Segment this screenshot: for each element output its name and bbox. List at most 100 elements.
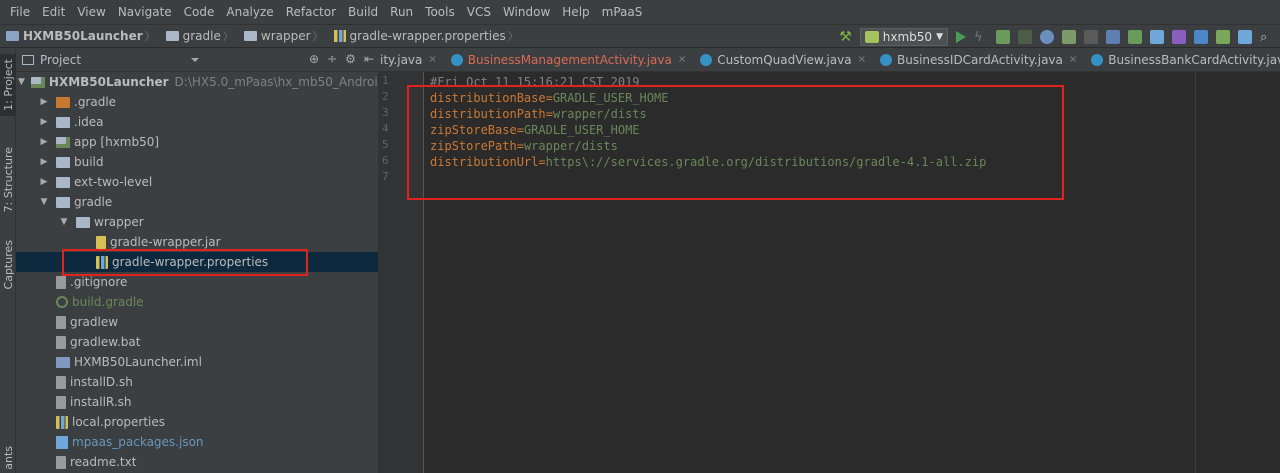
apply-changes-icon[interactable]: ϟ [974,30,988,45]
profile-icon[interactable] [1040,30,1054,44]
tree-item[interactable]: ▶ build [16,152,378,172]
menu-analyze[interactable]: Analyze [220,5,279,19]
menu-tools[interactable]: Tools [419,5,461,19]
avd-manager-icon[interactable] [1216,30,1230,44]
attach-debugger-icon[interactable] [1062,30,1076,44]
editor-tab[interactable]: BusinessManagementActivity.java × [445,48,694,71]
sdk-manager-icon[interactable] [1194,30,1208,44]
tree-item-label: gradle-wrapper.jar [110,235,221,249]
close-icon[interactable]: × [1069,54,1077,65]
file-icon [56,395,66,409]
project-view-select[interactable]: Project [40,53,81,67]
menu-build[interactable]: Build [342,5,384,19]
navigation-bar: HXMB50Launcher 〉 gradle 〉 wrapper 〉 grad… [0,24,1280,48]
close-icon[interactable]: × [428,54,436,65]
debug-icon[interactable] [996,30,1010,44]
tree-item[interactable]: HXMB50Launcher.iml [16,352,378,372]
menu-navigate[interactable]: Navigate [112,5,178,19]
editor-tab[interactable]: ity.java × [378,48,445,71]
tree-item[interactable]: local.properties [16,412,378,432]
tree-item[interactable]: installD.sh [16,372,378,392]
menu-help[interactable]: Help [556,5,595,19]
tree-item[interactable]: mpaas_packages.json [16,432,378,452]
menu-refactor[interactable]: Refactor [280,5,342,19]
tree-item[interactable]: ▼ wrapper [16,212,378,232]
folder-icon [165,31,179,41]
coverage-icon[interactable] [1018,30,1032,44]
tree-item[interactable]: installR.sh [16,392,378,412]
chevron-down-icon[interactable]: ▼ [58,217,70,227]
tree-item[interactable]: gradlew [16,312,378,332]
editor-tab-label: BusinessBankCardActivity.java [1108,52,1280,67]
close-icon[interactable]: × [858,54,866,65]
file-icon [56,315,66,329]
menu-view[interactable]: View [71,5,111,19]
project-structure-icon[interactable] [1238,30,1252,44]
breadcrumb-label: gradle-wrapper.properties [349,29,506,43]
properties-icon [96,255,108,269]
hide-icon[interactable]: ⇤ [364,52,374,66]
code-content[interactable]: #Fri Oct 11 15:16:21 CST 2019 distributio… [430,72,1190,473]
tree-item-label: gradle [74,195,113,209]
run-icon[interactable] [956,31,966,43]
tab-project-tool[interactable]: 1: Project [0,54,16,116]
left-tool-strip: 1: Project 7: Structure Captures ants [0,48,16,473]
breadcrumb-gradle[interactable]: gradle 〉 [160,28,238,44]
tab-structure-tool[interactable]: 7: Structure [0,144,16,216]
tab-captures-tool[interactable]: Captures [0,234,16,296]
revert-icon[interactable] [1172,30,1186,44]
menu-run[interactable]: Run [384,5,419,19]
editor-tab[interactable]: CustomQuadView.java × [694,48,874,71]
tree-item[interactable]: ▶ ext-two-level [16,172,378,192]
breadcrumb-wrapper[interactable]: wrapper 〉 [238,28,328,44]
close-icon[interactable]: × [678,54,686,65]
gear-icon[interactable]: ⚙ [345,52,356,66]
vcs-update-icon[interactable] [1106,30,1120,44]
menu-file[interactable]: File [4,5,36,19]
vcs-commit-icon[interactable] [1128,30,1142,44]
tree-item[interactable]: readme.txt [16,452,378,472]
menu-vcs[interactable]: VCS [461,5,497,19]
chevron-right-icon[interactable]: ▶ [38,157,50,167]
tab-ants-tool[interactable]: ants [0,444,16,472]
line-number: 4 [382,122,389,135]
property-key: distributionPath [430,107,546,121]
vcs-history-icon[interactable] [1150,30,1164,44]
chevron-down-icon[interactable]: ▼ [38,197,50,207]
chevron-right-icon[interactable]: ▶ [38,97,50,107]
menu-edit[interactable]: Edit [36,5,71,19]
tree-item[interactable]: gradle-wrapper.jar [16,232,378,252]
menu-code[interactable]: Code [178,5,221,19]
tree-item[interactable]: ▼ HXMB50Launcher D:\HX5.0_mPaas\hx_mb50_An… [16,72,378,92]
run-configuration-select[interactable]: hxmb50 ▼ [859,28,948,46]
chevron-right-icon[interactable]: ▶ [38,137,50,147]
menu-mpaas[interactable]: mPaaS [596,5,649,19]
chevron-right-icon[interactable]: ▶ [38,177,50,187]
tree-item[interactable]: build.gradle [16,292,378,312]
make-project-icon[interactable]: ⚒ [839,29,852,45]
editor-tab[interactable]: BusinessBankCardActivity.java× [1085,48,1280,71]
tree-item[interactable]: .gitignore [16,272,378,292]
stop-icon[interactable] [1084,30,1098,44]
search-icon[interactable]: ⌕ [1260,30,1274,45]
jar-icon [96,235,106,249]
editor-tab[interactable]: BusinessIDCardActivity.java × [874,48,1085,71]
tree-item[interactable]: ▶ app [hxmb50] [16,132,378,152]
code-line: zipStorePath=wrapper/dists [430,138,618,154]
breadcrumb-project[interactable]: HXMB50Launcher 〉 [0,28,160,44]
menu-window[interactable]: Window [497,5,556,19]
chevron-down-icon[interactable]: ▼ [18,77,25,87]
locate-icon[interactable]: ⊕ [309,52,319,66]
line-number: 2 [382,90,389,103]
tree-item[interactable]: ▶ .gradle [16,92,378,112]
tree-item[interactable]: ▶ .idea [16,112,378,132]
chevron-down-icon[interactable] [191,57,200,62]
breadcrumb-file[interactable]: gradle-wrapper.properties 〉 [328,28,523,44]
chevron-right-icon[interactable]: ▶ [38,117,50,127]
module-icon [30,76,45,88]
tree-item[interactable]: gradle-wrapper.properties [16,252,378,272]
property-key: zipStoreBase [430,123,517,137]
collapse-all-icon[interactable]: ÷ [327,52,337,66]
tree-item[interactable]: gradlew.bat [16,332,378,352]
tree-item[interactable]: ▼ gradle [16,192,378,212]
